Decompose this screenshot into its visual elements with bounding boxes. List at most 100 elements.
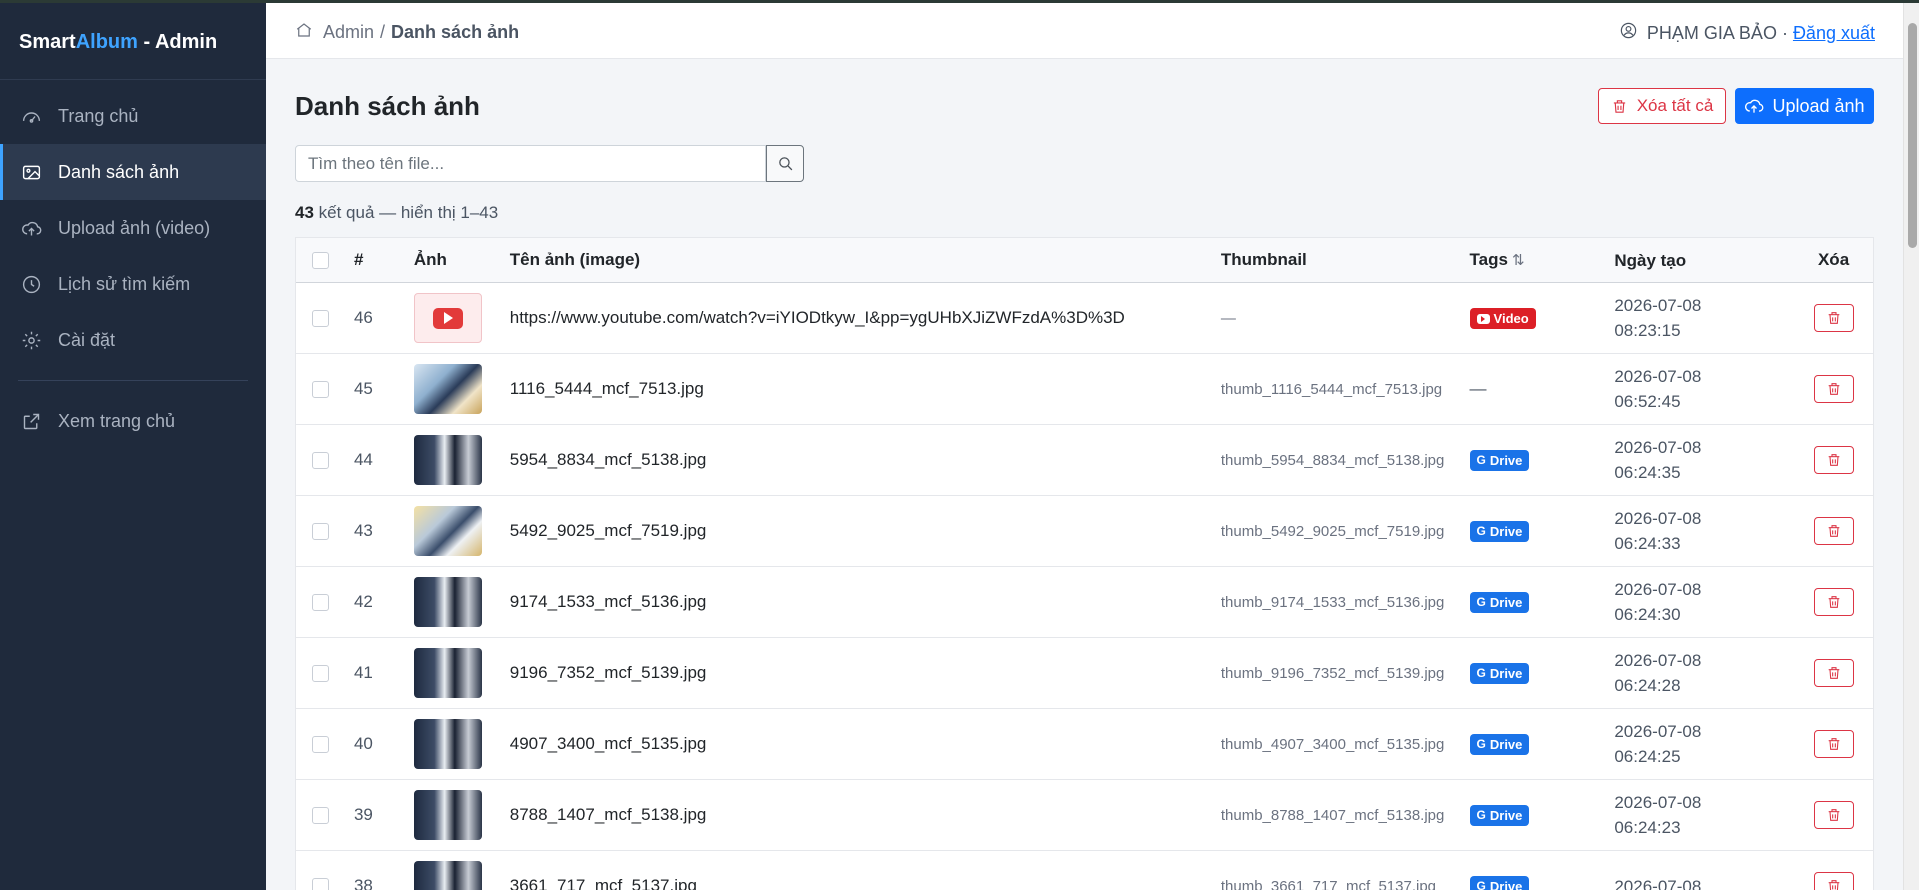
table-row: 46 https://www.youtube.com/watch?v=iYIODt… (296, 283, 1873, 354)
images-icon (20, 161, 42, 183)
row-time: 06:24:30 (1614, 605, 1681, 624)
row-checkbox[interactable] (312, 593, 329, 611)
brand-logo[interactable]: SmartAlbum - Admin (0, 3, 266, 80)
image-thumbnail[interactable] (413, 861, 482, 890)
tag-badge-drive: G Drive (1469, 875, 1530, 890)
row-time: 06:24:33 (1614, 534, 1681, 553)
row-thumbnail-name: thumb_9196_7352_mcf_5139.jpg (1220, 664, 1445, 682)
row-checkbox[interactable] (312, 522, 329, 540)
google-icon: G (1476, 666, 1486, 681)
search-input[interactable] (295, 145, 766, 182)
image-thumbnail[interactable] (413, 364, 482, 414)
header-id: # (353, 250, 364, 269)
image-thumbnail[interactable] (413, 790, 482, 840)
search-button[interactable] (766, 145, 804, 182)
header-delete: Xóa (1817, 250, 1850, 269)
table-row: 43 5492_9025_mcf_7519.jpg thumb_5492_9025_… (296, 496, 1873, 567)
row-checkbox[interactable] (312, 664, 329, 682)
image-thumbnail[interactable] (413, 648, 482, 698)
select-all-checkbox[interactable] (312, 251, 329, 269)
sidebar-item-label: Xem trang chủ (58, 410, 176, 431)
row-delete-button[interactable] (1813, 375, 1854, 403)
header-tags-label: Tags (1469, 250, 1508, 269)
search-bar (295, 145, 804, 182)
row-id: 43 (353, 521, 373, 540)
row-thumbnail-name: thumb_9174_1533_mcf_5136.jpg (1220, 593, 1445, 611)
row-thumbnail-name: thumb_8788_1407_mcf_5138.jpg (1220, 806, 1445, 824)
row-delete-button[interactable] (1813, 801, 1854, 829)
cloud-upload-icon (20, 217, 42, 239)
row-created-at: 2026-07-08 08:23:15 (1614, 293, 1794, 343)
tag-empty: — (1469, 379, 1487, 398)
row-checkbox[interactable] (312, 735, 329, 753)
trash-icon (1826, 878, 1842, 890)
delete-all-button[interactable]: Xóa tất cả (1598, 88, 1726, 124)
row-delete-button[interactable] (1813, 659, 1854, 687)
sidebar-item-label: Upload ảnh (video) (58, 217, 211, 238)
row-id: 44 (353, 450, 373, 469)
row-tags: G Drive (1469, 804, 1615, 826)
trash-icon (1826, 452, 1842, 468)
header-image: Ảnh (413, 250, 447, 269)
row-delete-button[interactable] (1813, 588, 1854, 616)
image-thumbnail[interactable] (413, 577, 482, 627)
row-tags: G Drive (1469, 449, 1615, 471)
header-thumbnail: Thumbnail (1220, 250, 1307, 269)
header-tags[interactable]: Tags ⇅ (1470, 250, 1615, 270)
image-thumbnail[interactable] (413, 435, 482, 485)
upload-button[interactable]: Upload ảnh (1735, 88, 1874, 124)
row-delete-button[interactable] (1813, 872, 1854, 890)
page-scrollbar[interactable] (1903, 3, 1919, 890)
row-id: 45 (353, 379, 373, 398)
row-tags: Video (1469, 307, 1615, 330)
sidebar-item-upload[interactable]: Upload ảnh (video) (0, 200, 266, 256)
row-time: 06:24:23 (1614, 818, 1681, 837)
row-time: 06:24:35 (1614, 463, 1681, 482)
external-link-icon (20, 410, 42, 432)
header-date: Ngày tạo (1614, 250, 1687, 270)
image-thumbnail[interactable] (413, 506, 482, 556)
trash-icon (1826, 310, 1842, 326)
sidebar-item-search-history[interactable]: Lịch sử tìm kiếm (0, 256, 266, 312)
sidebar-item-images[interactable]: Danh sách ảnh (0, 144, 266, 200)
row-id: 38 (353, 876, 373, 890)
row-delete-button[interactable] (1813, 517, 1854, 545)
row-delete-button[interactable] (1813, 446, 1854, 474)
row-date: 2026-07-08 (1614, 367, 1702, 386)
scrollbar-thumb[interactable] (1908, 23, 1917, 248)
speedometer-icon (20, 105, 42, 127)
row-delete-button[interactable] (1813, 730, 1854, 758)
row-checkbox[interactable] (312, 806, 329, 824)
row-created-at: 2026-07-08 06:24:23 (1614, 790, 1794, 840)
tag-badge-drive: G Drive (1469, 449, 1530, 471)
row-thumbnail-name: — (1220, 309, 1236, 327)
logout-link[interactable]: Đăng xuất (1793, 23, 1875, 44)
sidebar-item-view-homepage[interactable]: Xem trang chủ (0, 393, 266, 449)
row-checkbox[interactable] (312, 451, 329, 469)
youtube-thumbnail[interactable] (413, 293, 482, 343)
user-circle-icon (1619, 21, 1647, 45)
tag-badge-drive: G Drive (1469, 662, 1530, 684)
table-row: 42 9174_1533_mcf_5136.jpg thumb_9174_1533_… (296, 567, 1873, 638)
page-title: Danh sách ảnh (295, 91, 480, 121)
row-date: 2026-07-08 (1614, 296, 1702, 315)
table-row: 40 4907_3400_mcf_5135.jpg thumb_4907_3400_… (296, 709, 1873, 780)
row-delete-button[interactable] (1813, 304, 1854, 332)
row-image-name: 8788_1407_mcf_5138.jpg (509, 805, 707, 824)
google-icon: G (1476, 737, 1486, 752)
row-tags: G Drive (1469, 733, 1615, 755)
table-row: 38 3661_717_mcf_5137.jpg thumb_3661_717_mc… (296, 851, 1873, 890)
row-checkbox[interactable] (312, 380, 329, 398)
table-header: # Ảnh Tên ảnh (image) Thumbnail Tags ⇅ Ng… (296, 238, 1873, 283)
row-tags: G Drive (1469, 662, 1615, 684)
upload-label: Upload ảnh (1772, 95, 1865, 116)
trash-icon (1826, 807, 1842, 823)
row-checkbox[interactable] (312, 309, 329, 327)
sidebar-item-home[interactable]: Trang chủ (0, 88, 266, 144)
row-checkbox[interactable] (312, 877, 329, 890)
sidebar: SmartAlbum - Admin Trang chủ Danh sách ả… (0, 3, 266, 890)
sidebar-item-settings[interactable]: Cài đặt (0, 312, 266, 368)
image-thumbnail[interactable] (413, 719, 482, 769)
row-image-name: 5492_9025_mcf_7519.jpg (509, 521, 707, 540)
breadcrumb-root[interactable]: Admin (323, 22, 374, 43)
